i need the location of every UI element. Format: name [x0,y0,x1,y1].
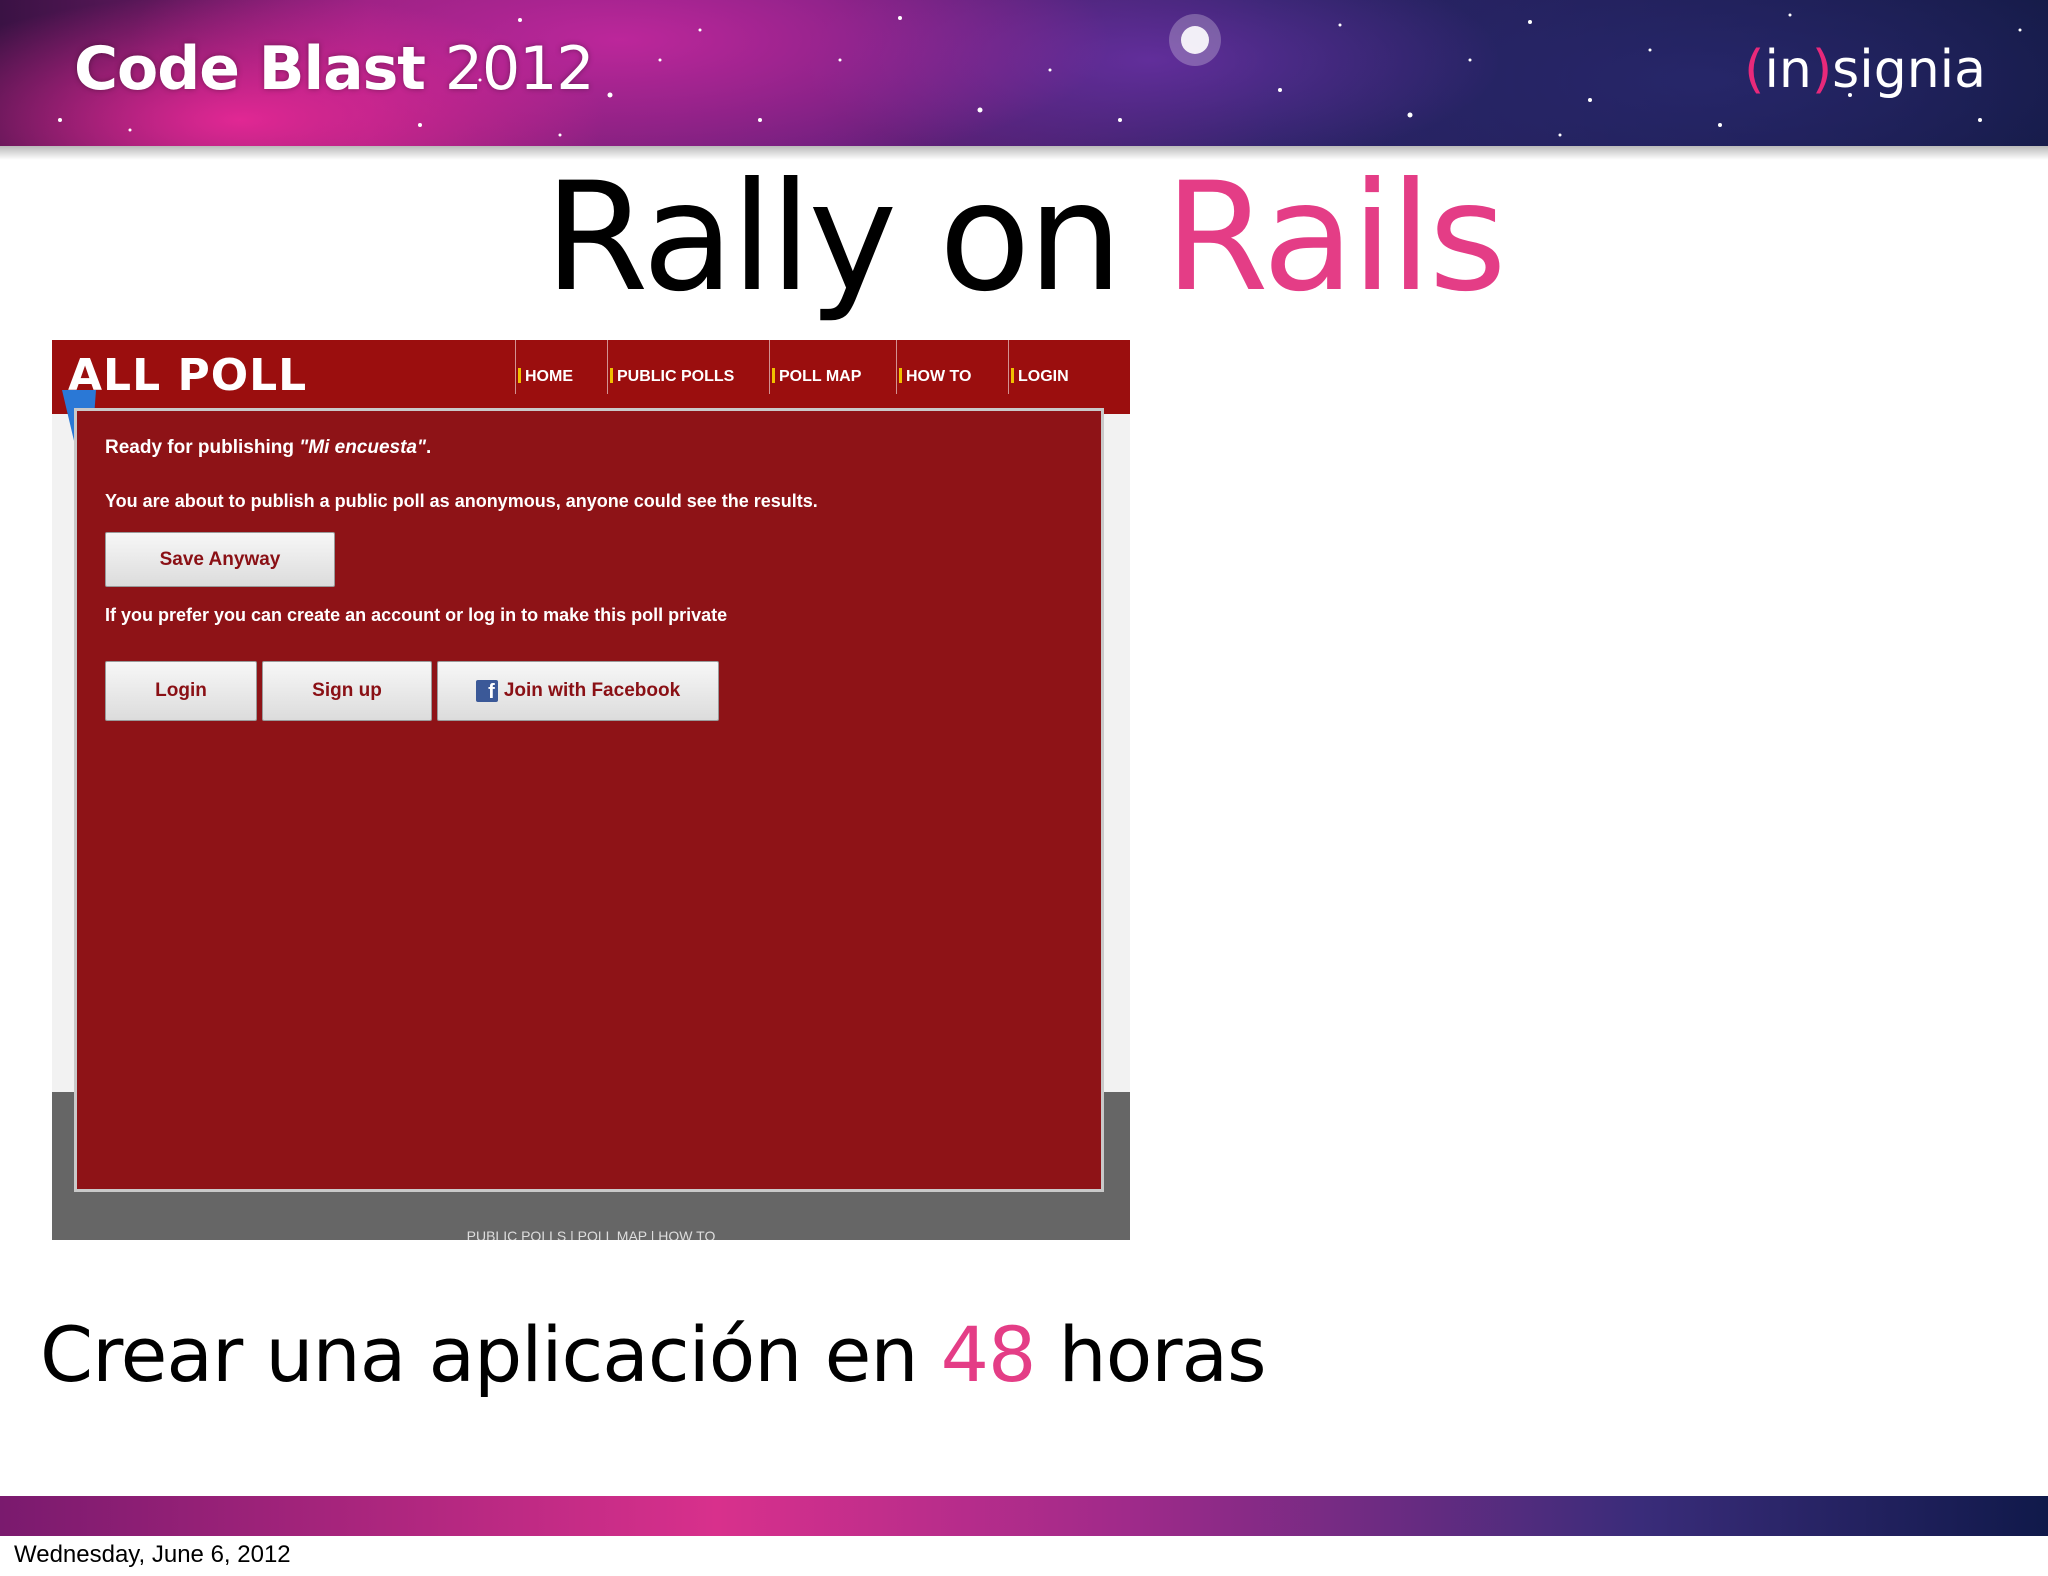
conference-year: 2012 [444,34,595,104]
app-screenshot: ALL POLL HOME PUBLIC POLLS POLL MAP HOW … [52,340,1130,1240]
slide-caption: Crear una aplicación en 48 horas [40,1310,1267,1399]
bottom-bar [0,1496,2048,1536]
nav-marker [899,368,902,383]
facebook-icon: f [475,680,498,703]
ready-prefix: Ready for publishing [105,437,300,458]
caption-number: 48 [940,1310,1037,1399]
anonymous-warning: You are about to publish a public poll a… [105,491,818,511]
slide-date: Wednesday, June 6, 2012 [14,1541,291,1568]
footer-links[interactable]: PUBLIC POLLS | POLL MAP | HOW TO [52,1228,1130,1240]
logo-paren-open: ( [1744,40,1765,100]
login-button[interactable]: Login [105,661,257,721]
facebook-join-label: Join with Facebook [503,680,681,701]
nav-item-home[interactable]: HOME [515,340,605,394]
logo-rest: signia [1832,40,1986,100]
slide-title: Rally on Rails [0,148,2048,328]
caption-text-end: horas [1035,1310,1267,1399]
nav-label: LOGIN [1018,368,1069,385]
nav-label: HOW TO [906,368,972,385]
poll-name: "Mi encuesta" [299,437,427,458]
top-banner: Code Blast 2012 (in)signia [0,0,2048,146]
nav-item-public-polls[interactable]: PUBLIC POLLS [607,340,767,394]
nav-item-poll-map[interactable]: POLL MAP [769,340,894,394]
ready-suffix: . [426,437,432,458]
nav-label: HOME [525,368,573,385]
insignia-logo: (in)signia [1744,40,1986,100]
ready-message: Ready for publishing "Mi encuesta". [105,437,431,459]
signup-button[interactable]: Sign up [262,661,432,721]
nav-item-login[interactable]: LOGIN [1008,340,1108,394]
slide-title-main: Rally on [544,151,1165,325]
nav-marker [518,368,521,383]
caption-text-start: Crear una aplicación en [40,1310,941,1399]
nav-label: PUBLIC POLLS [617,368,735,385]
conference-title: Code Blast 2012 [74,34,595,104]
conference-name: Code Blast [74,34,426,104]
app-header: ALL POLL HOME PUBLIC POLLS POLL MAP HOW … [52,340,1130,414]
nav-marker [772,368,775,383]
nav-label: POLL MAP [779,368,862,385]
publish-panel: Ready for publishing "Mi encuesta". You … [74,408,1104,1192]
nav-item-how-to[interactable]: HOW TO [896,340,1006,394]
save-anyway-button[interactable]: Save Anyway [105,532,335,587]
private-hint: If you prefer you can create an account … [105,605,728,625]
nav-marker [610,368,613,383]
nav-marker [1011,368,1014,383]
app-logo: ALL POLL [68,350,308,401]
logo-paren-close: ) [1811,40,1833,100]
slide-title-highlight: Rails [1164,151,1506,325]
logo-in: in [1764,40,1812,100]
facebook-join-button[interactable]: f Join with Facebook [437,661,719,721]
